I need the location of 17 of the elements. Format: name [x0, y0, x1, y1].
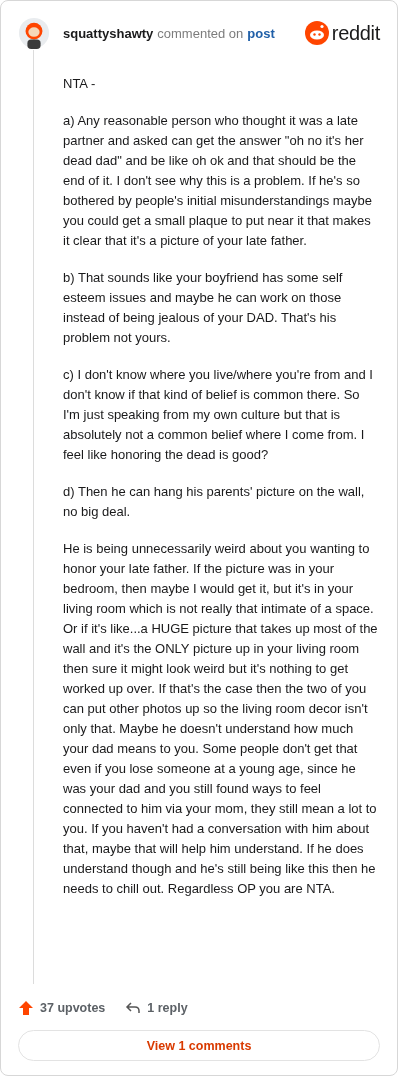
post-link[interactable]: post — [247, 25, 275, 41]
comment-paragraph: d) Then he can hang his parents' picture on the wall, no big deal. — [63, 483, 366, 521]
comment-paragraph: b) That sounds like your boyfriend has some self esteem issues and maybe he can work on those instead of being jealous of your DAD. That's his problem not yours. — [63, 269, 344, 347]
view-comments-button[interactable]: View 1 comments — [18, 1030, 380, 1061]
comment-paragraph: NTA - — [63, 75, 97, 93]
brand-name: reddit — [331, 21, 380, 45]
avatar-icon[interactable] — [18, 17, 50, 49]
comment-paragraph: a) Any reasonable person who thought it was a late partner and asked can get the answer "oh no it's her dead dad" and be like oh ok and that should be the end of it. I don't see why this is a problem. If he's so bothered by people's initial misunderstandings maybe you could get a small plaque to put near it that makes it clear that it's a picture of your late father. — [63, 112, 373, 250]
comment-paragraph: He is being unnecessarily weird about you wanting to honor your late father. If the picture was in your bedroom, then maybe I would get it, but it's in your living room which is not really that intimate of a space. Or if it's like...a HUGE picture that takes up most of the wall and it's the ONLY picture up in your living room then sure it might look weird but it's nothing to get worked up over. If that's the case then the two of you can put other photos up so the living room decor isn't only that. Maybe he doesn't understand how much your dad means to you. Some people don't get that even if you lose someone at a young age, since he was your dad and you still found ways to feel connected to him via your mom, they still mean a lot to you. If you haven't had a conversation with him about that, maybe that will help him understand. If he does understand though and he's still being like this then he needs to chill out. Regardless OP you are NTA. — [63, 540, 379, 898]
logo-icon[interactable] — [304, 21, 329, 45]
upvote-count: 37 upvotes — [40, 1001, 106, 1015]
upvote-icon[interactable] — [18, 1000, 34, 1016]
reply-icon[interactable] — [125, 1000, 142, 1016]
comment-action-text: commented on — [157, 25, 244, 41]
reply-count[interactable]: 1 reply — [147, 1001, 188, 1015]
comment-paragraph: c) I don't know where you live/where you're from and I don't know if that kind of belief is common there. So I'm just speaking from my own culture but that is absolutely not a common belief where I come from. I feel like honoring the dead is good? — [63, 366, 374, 464]
username[interactable]: squattyshawty — [63, 25, 154, 41]
